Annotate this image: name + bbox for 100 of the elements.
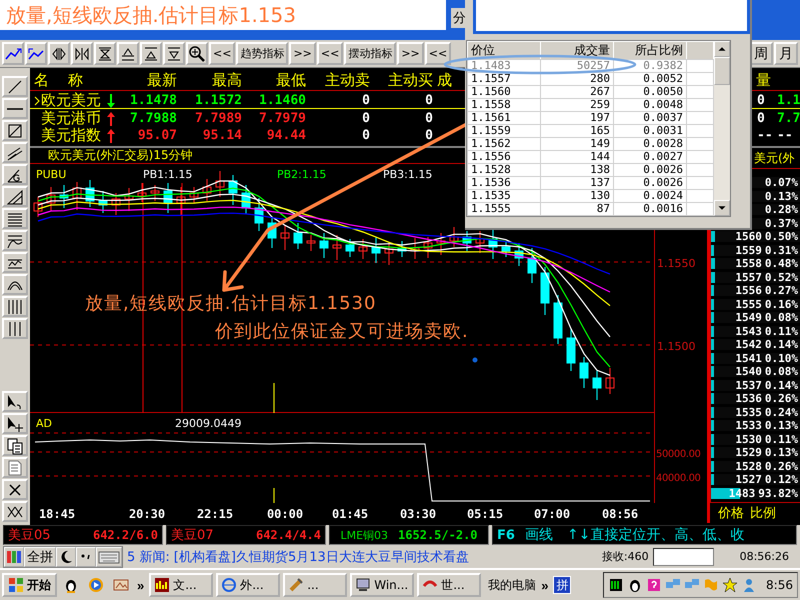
ticker-name: 美豆07 [171,527,214,544]
candlestick [372,236,380,264]
chart-title: 欧元美元(外汇交易)15分钟 [48,148,193,163]
input-field[interactable] [473,0,750,34]
toolbar-button[interactable]: 摆动指标 [344,42,396,65]
toolbar-button[interactable]: << [316,42,344,65]
drawing-tool-button[interactable] [2,318,28,339]
taskbar-button[interactable]: 世... [417,573,482,597]
period-button[interactable]: 月 [774,42,798,65]
toolbar-button[interactable] [25,42,47,65]
table-cell: 1.1536 [468,176,540,190]
taskbar-button[interactable]: Win... [350,573,414,597]
computer-icon [355,577,372,593]
toolbar-button[interactable] [94,42,116,65]
down-triangle-icon [165,44,183,62]
time-label: 22:15 [196,507,234,521]
toolbar-button[interactable] [48,42,70,65]
toolbar-button[interactable] [117,42,139,65]
time-label: 05:15 [466,507,504,521]
percent-text: 0.27% [764,284,798,298]
table-cell: 1.1559 [468,124,540,138]
candlestick [216,170,224,198]
table-cell: 1.1561 [468,112,540,124]
candlestick [60,184,68,208]
table-cell: 87 [540,202,614,216]
instrument-name[interactable]: 美元指数 [41,126,101,145]
drawing-tool-button[interactable] [2,208,28,229]
candlestick [306,234,316,252]
drawing-tool-button[interactable] [2,76,28,97]
percent-text: 0.13% [764,190,798,203]
table-cell: 267 [540,86,614,98]
percent-text: 0.07% [764,176,798,190]
drawing-tool-button[interactable] [2,501,28,522]
candlestick [554,294,562,344]
candlestick [86,180,94,208]
percent-text: 0.31% [764,244,798,257]
taskbar-button[interactable]: ... [283,573,348,597]
candlestick [332,234,342,260]
drawing-tool-button[interactable] [2,98,28,119]
table-cell: 165 [540,124,614,138]
legend-label: PB2:1.15 [277,168,326,181]
input-mode-button[interactable]: 全拼 [24,546,56,566]
toolbar-button[interactable] [71,42,93,65]
toolbar-button[interactable] [140,42,162,65]
drawing-tool-button[interactable] [2,274,28,295]
document-icon [6,458,24,476]
hint-text: 画线 ↑↓直接定位开、高、低、收 [524,526,744,544]
scrollbar-thumb[interactable] [714,57,730,85]
shrink-vertical-icon [96,44,114,62]
table-cell-text: 0 [424,111,433,126]
drawing-tool-button[interactable] [2,142,28,163]
price-text: 1558 [735,257,762,270]
toolbar-button[interactable]: >> [397,42,424,65]
input-field[interactable] [652,548,714,566]
table-cell: 0.0052 [614,72,686,86]
toolbar-button[interactable]: << [209,42,236,65]
ticker-name: 美豆05 [8,527,51,544]
price-text: 1555 [735,298,762,311]
percent-text: 0.13% [764,446,798,460]
table-cell: 149 [540,138,614,150]
drawing-tool-button[interactable] [2,230,28,251]
more-button[interactable]: » [135,578,146,592]
input-method-button[interactable]: 拼 [553,576,572,594]
copy-icon [6,436,24,454]
play-icon [88,577,104,593]
toolbar-button[interactable]: << [424,42,452,65]
drawing-tool-button[interactable] [2,296,28,317]
price-text: 1542 [735,338,762,352]
table-cell: 0.0027 [614,150,686,164]
instrument-name[interactable]: 欧元美元 [41,91,101,110]
toolbar-button[interactable] [2,42,24,65]
scrollbar[interactable] [714,41,730,216]
toolbar-button[interactable] [163,42,185,65]
candlestick [190,186,198,204]
table-cell: 0 [757,93,765,108]
price-text: 1541 [735,352,762,365]
drawing-tool-button[interactable] [2,164,28,185]
toolbar-button[interactable]: >> [289,42,316,65]
toolbar-button[interactable]: 趋势指标 [236,42,288,65]
time-label: 03:30 [400,507,436,521]
table-cell-text: 0 [361,93,370,108]
drawing-tool-button[interactable] [2,435,28,456]
taskbar-button[interactable]: 外... [216,573,280,597]
drawing-tool-button[interactable] [2,252,28,273]
drawing-tool-button[interactable] [2,479,28,500]
arc-icon [7,280,23,290]
drawing-tool-button[interactable] [2,391,28,412]
toolbar-button[interactable] [186,42,208,65]
more-button[interactable]: » [539,578,550,592]
drawing-tool-button[interactable] [2,120,28,141]
drawing-tool-button[interactable] [2,413,28,434]
ticker-value: 642.4/4.4 [256,528,321,542]
news-link[interactable]: [机构看盘]久恒期货5月13日大连大豆早间技术看盘 [174,548,469,566]
drawing-tool-button[interactable] [2,186,28,207]
instrument-name[interactable]: 美元港币 [41,109,101,128]
taskbar-button[interactable]: 文... [149,573,214,597]
diagonal-line-icon [6,78,24,96]
start-button[interactable]: 开始 [2,573,57,597]
percent-text: 0.11% [764,432,798,446]
candlestick [254,198,264,232]
